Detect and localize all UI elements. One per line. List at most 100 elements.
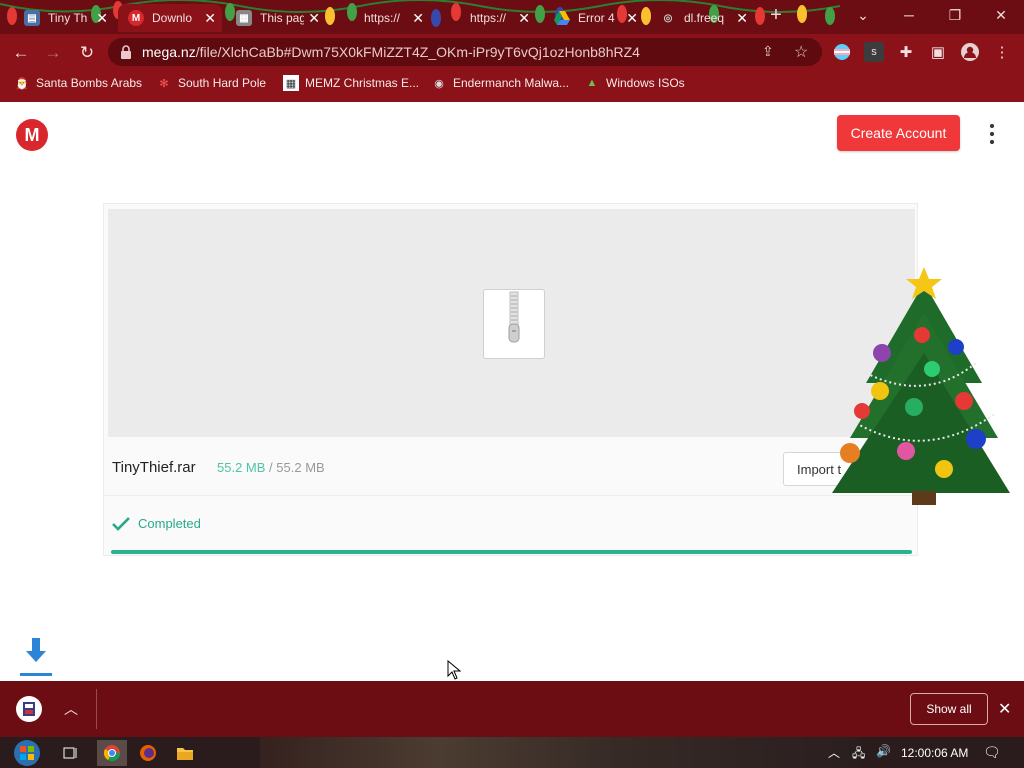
- create-account-button[interactable]: Create Account: [837, 115, 960, 151]
- downloaded-size: 55.2 MB: [217, 460, 266, 475]
- taskbar-wallpaper: [260, 737, 860, 768]
- globe-icon: [446, 10, 462, 26]
- url-path: /file/XlchCaBb#Dwm75X0kFMiZZT4Z_OKm-iPr9…: [195, 44, 640, 60]
- bookmark-memz-christmas[interactable]: ▦ MEMZ Christmas E...: [283, 75, 419, 91]
- file-preview-area: [108, 209, 915, 437]
- status-label: Completed: [138, 516, 201, 531]
- downloaded-file-icon[interactable]: [16, 696, 42, 722]
- chrome-taskbar-icon[interactable]: [97, 740, 127, 766]
- bookmark-santa-bombs-arabs[interactable]: 🎅 Santa Bombs Arabs: [14, 75, 142, 91]
- tab-https-1[interactable]: https:// ✕: [330, 4, 430, 32]
- bookmark-label: Endermanch Malwa...: [453, 76, 570, 90]
- santa-icon: 🎅: [15, 77, 29, 90]
- url-host: mega.nz: [142, 44, 196, 60]
- chrome-menu-icon[interactable]: ⋮: [992, 42, 1012, 62]
- tab-title: dl.freeq: [684, 11, 725, 25]
- tab-title: This pag: [260, 11, 304, 25]
- file-explorer-taskbar-icon[interactable]: [170, 740, 200, 766]
- tab-error[interactable]: Error 4 ✕: [544, 4, 644, 32]
- tab-title: Tiny Th: [48, 11, 88, 25]
- firefox-taskbar-icon[interactable]: [133, 740, 163, 766]
- tab-search-chevron-icon[interactable]: ⌄: [840, 0, 886, 30]
- bookmark-label: Windows ISOs: [606, 76, 685, 90]
- bookmark-star-icon[interactable]: ☆: [794, 42, 808, 62]
- tab-tiny-thief[interactable]: ▤ Tiny Th ✕: [14, 4, 114, 32]
- tray-overflow-chevron-icon[interactable]: ︿: [828, 744, 840, 761]
- file-download-card: TinyThief.rar 55.2 MB / 55.2 MB Import t…: [103, 203, 918, 556]
- floating-download-icon[interactable]: [18, 635, 54, 679]
- close-shelf-icon[interactable]: ✕: [998, 699, 1011, 719]
- start-button[interactable]: [10, 740, 44, 766]
- file-name: TinyThief.rar: [112, 459, 196, 476]
- profile-flag-icon[interactable]: [832, 42, 852, 62]
- snowflake-icon: ✻: [159, 77, 169, 90]
- download-status: Completed: [112, 516, 201, 531]
- close-tab-icon[interactable]: ✕: [204, 10, 216, 27]
- total-size: 55.2 MB: [276, 460, 325, 475]
- minimize-button[interactable]: ─: [886, 0, 932, 30]
- tab-title: Downlo: [152, 11, 193, 25]
- tab-dl-freeq[interactable]: ◎ dl.freeq ✕: [650, 4, 754, 32]
- close-tab-icon[interactable]: ✕: [308, 10, 320, 27]
- bookmarks-bar: 🎅 Santa Bombs Arabs ✻ South Hard Pole ▦ …: [0, 70, 1024, 102]
- mouse-cursor-icon: [447, 660, 461, 680]
- side-panel-icon[interactable]: ▣: [928, 42, 948, 62]
- volume-icon[interactable]: 🔊: [876, 744, 891, 758]
- reload-button[interactable]: ↻: [74, 40, 100, 66]
- tree-icon: ▲: [586, 77, 598, 89]
- restore-button[interactable]: ❐: [932, 0, 978, 30]
- file-size: 55.2 MB / 55.2 MB: [217, 460, 325, 475]
- check-icon: [112, 516, 130, 531]
- chevron-up-icon[interactable]: ︿: [64, 699, 78, 719]
- close-tab-icon[interactable]: ✕: [736, 10, 748, 27]
- broken-page-icon: ▦: [236, 10, 252, 26]
- tab-this-page[interactable]: ▦ This pag ✕: [226, 4, 326, 32]
- size-separator: /: [269, 460, 273, 475]
- tab-https-2[interactable]: https:// ✕: [436, 4, 536, 32]
- bookmark-south-hard-pole[interactable]: ✻ South Hard Pole: [156, 75, 266, 91]
- tab-title: https://: [470, 11, 507, 25]
- mega-page: M Create Account TinyThief.rar 55.2 MB /…: [0, 102, 1024, 681]
- action-center-icon[interactable]: 🗨: [983, 744, 1001, 761]
- progress-fill: [111, 550, 912, 554]
- close-tab-icon[interactable]: ✕: [518, 10, 530, 27]
- close-tab-icon[interactable]: ✕: [626, 10, 638, 27]
- mega-icon: M: [128, 10, 144, 26]
- close-tab-icon[interactable]: ✕: [96, 10, 108, 27]
- extensions-puzzle-icon[interactable]: ✚: [896, 42, 916, 62]
- bookmark-label: MEMZ Christmas E...: [305, 76, 420, 90]
- memz-icon: ▦: [283, 75, 299, 91]
- more-options-icon[interactable]: [984, 124, 1000, 144]
- address-bar[interactable]: mega.nz/file/XlchCaBb#Dwm75X0kFMiZZT4Z_O…: [108, 38, 822, 66]
- bookmark-label: Santa Bombs Arabs: [36, 76, 143, 90]
- network-icon[interactable]: 🖧: [852, 744, 865, 765]
- close-tab-icon[interactable]: ✕: [412, 10, 424, 27]
- close-window-button[interactable]: ✕: [978, 0, 1024, 30]
- progress-bar: [111, 550, 912, 554]
- globe-icon: [340, 10, 356, 26]
- extension-s-icon[interactable]: s: [864, 42, 884, 62]
- archive-file-icon: [483, 289, 545, 359]
- drive-icon: [554, 10, 570, 26]
- bookmark-endermanch-malware[interactable]: ◉ Endermanch Malwa...: [431, 75, 569, 91]
- file-info-row: TinyThief.rar 55.2 MB / 55.2 MB Import t: [104, 441, 917, 496]
- mega-logo[interactable]: M: [16, 119, 48, 151]
- profile-avatar-icon[interactable]: [960, 42, 980, 62]
- tab-title: https://: [364, 11, 401, 25]
- new-tab-button[interactable]: +: [760, 0, 792, 30]
- task-view-icon[interactable]: [56, 740, 86, 766]
- share-icon[interactable]: ⇪: [762, 43, 774, 60]
- taskbar-clock[interactable]: 12:00:06 AM: [901, 746, 968, 760]
- tab-mega-download[interactable]: M Downlo ✕: [118, 4, 222, 32]
- globe-icon: ◎: [663, 12, 673, 24]
- show-all-button[interactable]: Show all: [910, 693, 988, 725]
- windows-taskbar: ︿ 🖧 🔊 12:00:06 AM 🗨: [0, 737, 1024, 768]
- back-button[interactable]: ←: [8, 40, 34, 66]
- bookmark-windows-isos[interactable]: ▲ Windows ISOs: [584, 75, 685, 91]
- browser-toolbar: ← → ↻ mega.nz/file/XlchCaBb#Dwm75X0kFMiZ…: [0, 34, 1024, 70]
- shelf-divider: [96, 689, 97, 729]
- tab-strip: ▤ Tiny Th ✕ M Downlo ✕ ▦ This pag ✕ http…: [0, 0, 1024, 34]
- forward-button[interactable]: →: [40, 40, 66, 66]
- document-icon: ▤: [24, 10, 40, 26]
- christmas-tree-decoration: [832, 267, 1010, 505]
